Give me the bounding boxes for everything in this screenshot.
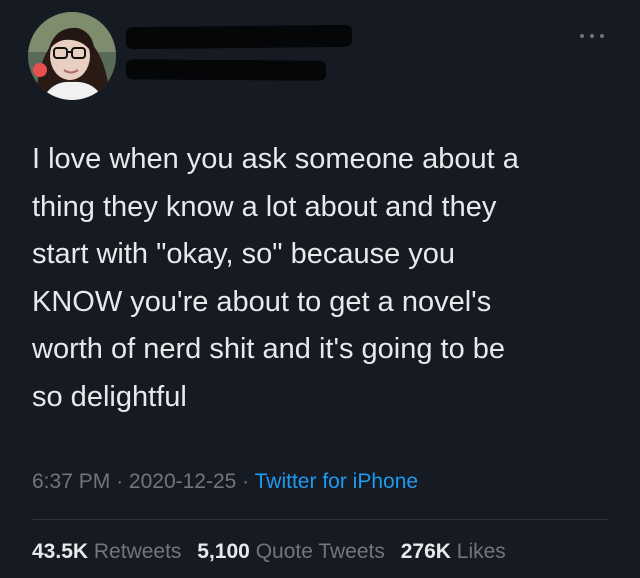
tweet-text-line: KNOW you're about to get a novel's <box>32 285 492 318</box>
tweet-text-line: worth of nerd shit and it's going to be <box>32 333 506 365</box>
dot <box>590 34 594 38</box>
avatar[interactable] <box>28 12 116 100</box>
dot <box>580 34 584 38</box>
separator: · <box>116 470 124 493</box>
dot <box>600 34 604 38</box>
retweets-stat[interactable]: 43.5K Retweets <box>32 540 181 563</box>
retweets-label: Retweets <box>93 540 182 563</box>
tweet-metadata: 6:37 PM · 2020-12-25 · Twitter for iPhon… <box>32 470 418 494</box>
divider <box>32 519 608 520</box>
separator: · <box>242 470 250 493</box>
tweet-source-link[interactable]: Twitter for iPhone <box>255 470 418 493</box>
redacted-username <box>125 59 327 81</box>
engagement-stats: 43.5K Retweets 5,100 Quote Tweets 276K L… <box>32 540 506 564</box>
tweet-text-line: thing they know a lot about and they <box>32 190 497 223</box>
quote-tweets-label: Quote Tweets <box>255 540 385 563</box>
quote-tweets-count: 5,100 <box>197 540 250 563</box>
retweets-count: 43.5K <box>32 540 89 563</box>
likes-count: 276K <box>400 540 451 563</box>
tweet-card: I love when you ask someone about a thin… <box>0 0 640 578</box>
tweet-time[interactable]: 6:37 PM <box>32 470 110 493</box>
tweet-text: I love when you ask someone about a thin… <box>32 136 622 421</box>
avatar-image <box>28 12 116 100</box>
quote-tweets-stat[interactable]: 5,100 Quote Tweets <box>197 540 385 563</box>
redacted-display-name <box>125 24 353 50</box>
likes-stat[interactable]: 276K Likes <box>401 540 506 563</box>
tweet-text-line: start with "okay, so" because you <box>32 238 456 270</box>
tweet-date[interactable]: 2020-12-25 <box>129 470 236 493</box>
tweet-text-line: so delightful <box>32 380 187 413</box>
likes-label: Likes <box>456 540 506 563</box>
more-options-icon[interactable] <box>580 30 604 42</box>
tweet-text-line: I love when you ask someone about a <box>32 143 519 175</box>
